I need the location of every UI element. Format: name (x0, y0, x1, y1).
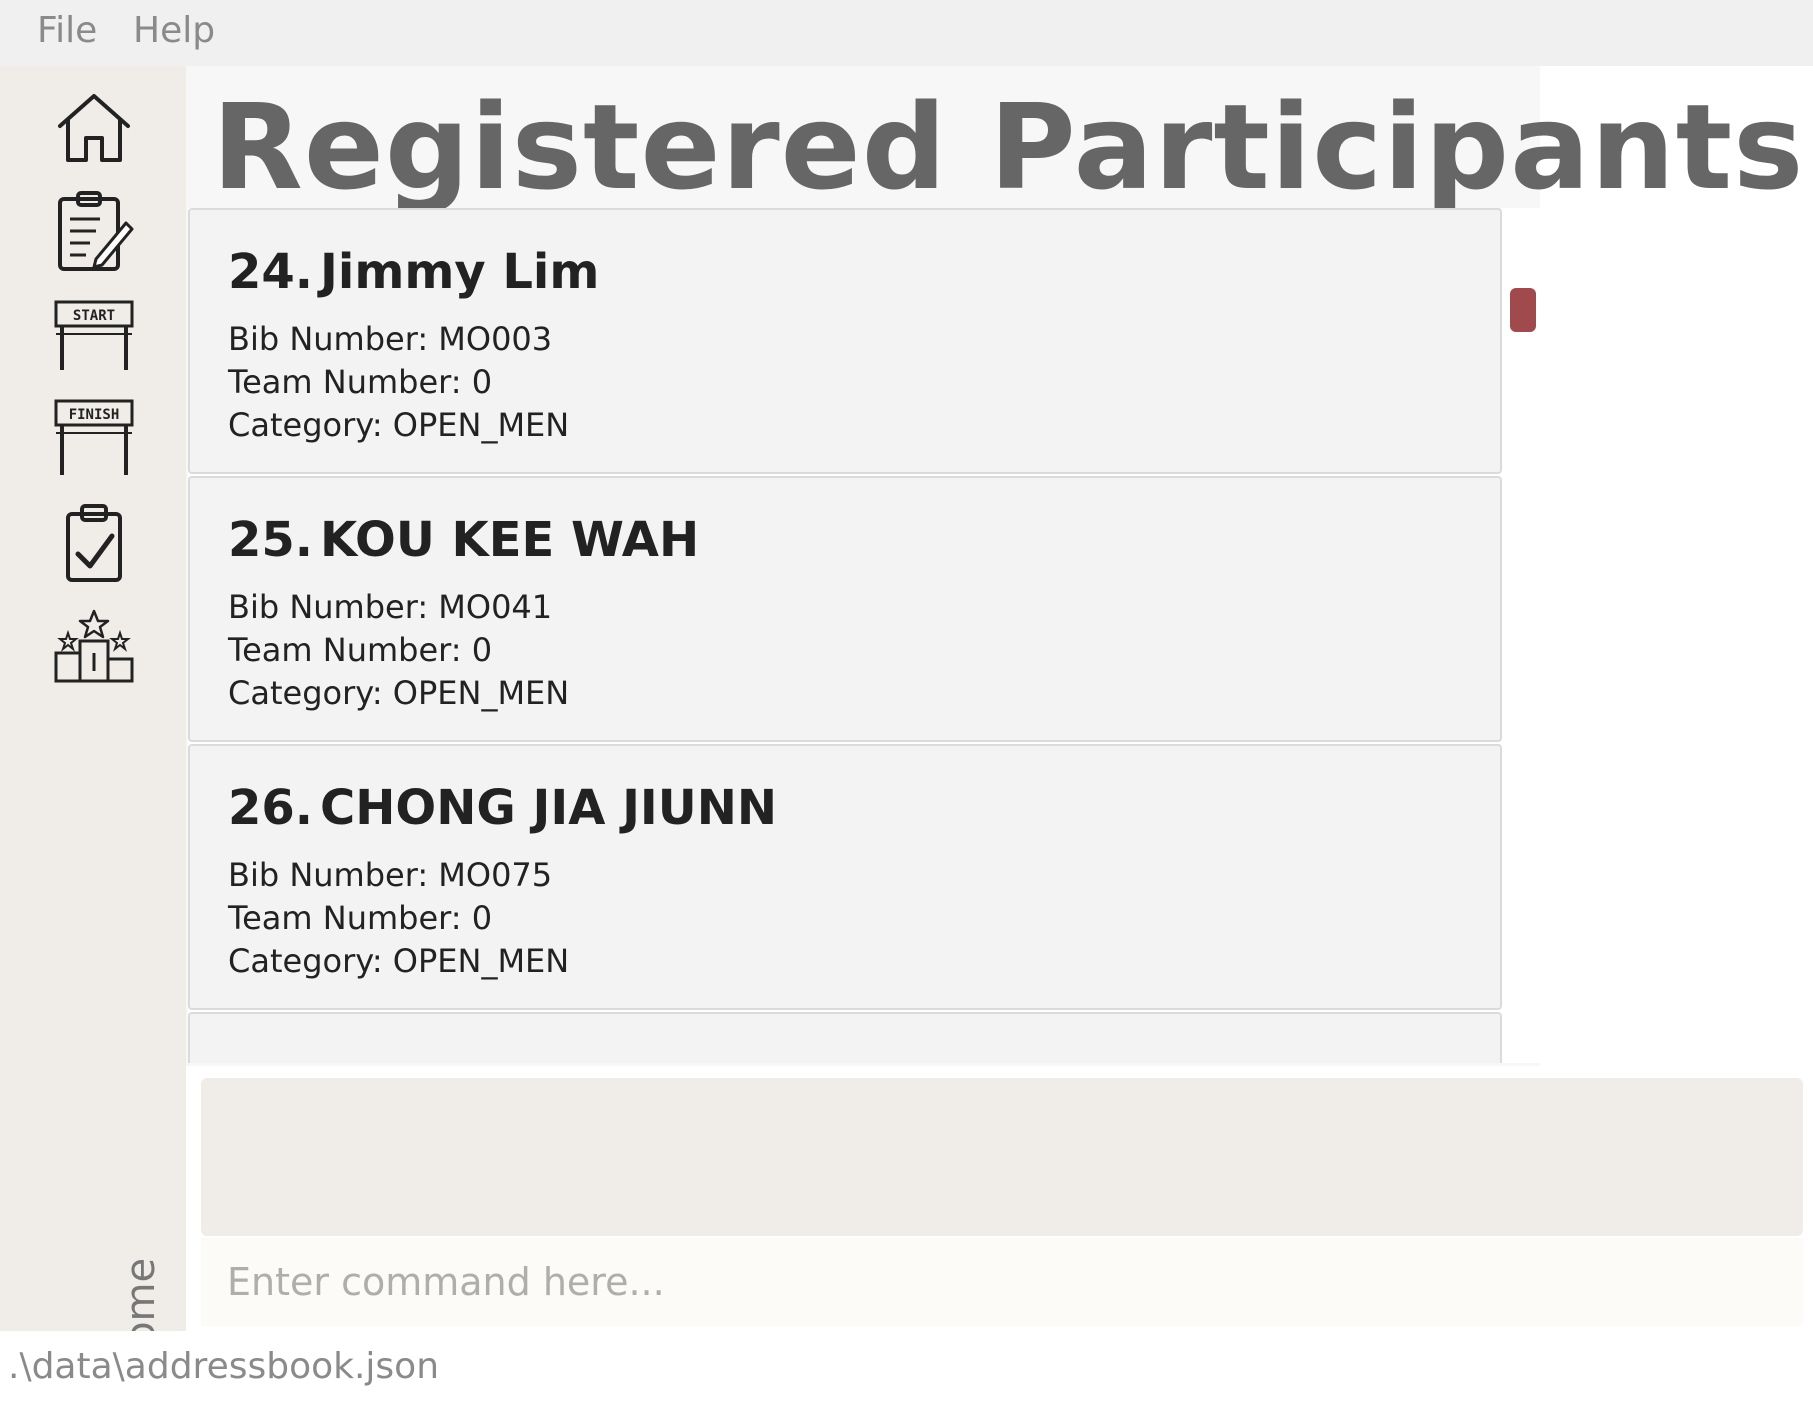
participant-list[interactable]: 24. Jimmy Lim Bib Number: MO003 Team Numb… (188, 208, 1540, 1063)
menu-bar: File Help (0, 0, 1813, 66)
participant-index: 26. (228, 780, 314, 836)
page-title: Registered Participants (212, 78, 1805, 216)
nav-register-button[interactable] (52, 189, 136, 273)
status-bar: .\data\addressbook.json (0, 1331, 1813, 1405)
participant-index: 25. (228, 512, 314, 568)
participant-bib: Bib Number: MO003 (228, 320, 553, 358)
participant-category: Category: OPEN_MEN (228, 674, 570, 712)
participant-team: Team Number: 0 (228, 631, 493, 669)
nav-finish-button[interactable]: FINISH (52, 395, 136, 479)
list-scrollbar[interactable] (1502, 208, 1540, 1063)
participant-card-partial-bottom[interactable] (188, 1012, 1502, 1063)
participant-name-text: KOU KEE WAH (320, 512, 700, 568)
nav-start-button[interactable]: START (52, 292, 136, 376)
participant-card[interactable]: 25. KOU KEE WAH Bib Number: MO041 Team Nu… (188, 476, 1502, 742)
menu-help[interactable]: Help (133, 10, 215, 51)
start-banner-icon: START (54, 300, 134, 370)
register-clipboard-icon (58, 191, 134, 271)
participant-name: 25. KOU KEE WAH (228, 512, 699, 568)
nav-leaderboard-button[interactable] (52, 603, 136, 687)
svg-text:START: START (73, 308, 115, 324)
participant-name-text: CHONG JIA JIUNN (320, 780, 778, 836)
podium-icon (54, 609, 134, 683)
participant-card[interactable]: 24. Jimmy Lim Bib Number: MO003 Team Numb… (188, 208, 1502, 474)
svg-text:FINISH: FINISH (69, 407, 120, 423)
participant-team: Team Number: 0 (228, 899, 493, 937)
participant-name: 24. Jimmy Lim (228, 244, 599, 300)
participant-category: Category: OPEN_MEN (228, 942, 570, 980)
result-display (201, 1078, 1803, 1236)
finish-banner-icon: FINISH (54, 399, 134, 475)
participant-team: Team Number: 0 (228, 363, 493, 401)
home-icon (58, 94, 130, 162)
scroll-thumb[interactable] (1510, 288, 1536, 332)
menu-file[interactable]: File (37, 10, 97, 51)
checklist-clipboard-icon (66, 504, 122, 582)
nav-checklist-button[interactable] (52, 500, 136, 584)
command-input[interactable] (201, 1238, 1803, 1326)
participant-bib: Bib Number: MO075 (228, 856, 553, 894)
participant-index: 24. (228, 244, 314, 300)
participant-category: Category: OPEN_MEN (228, 406, 570, 444)
participant-bib: Bib Number: MO041 (228, 588, 553, 626)
sidebar: START FINISH Home (0, 66, 186, 1376)
save-file-path: .\data\addressbook.json (8, 1346, 440, 1387)
participant-name: 26. CHONG JIA JIUNN (228, 780, 777, 836)
participant-name-text: Jimmy Lim (320, 244, 600, 300)
nav-home-button[interactable] (52, 86, 136, 170)
participant-card[interactable]: 26. CHONG JIA JIUNN Bib Number: MO075 Tea… (188, 744, 1502, 1010)
